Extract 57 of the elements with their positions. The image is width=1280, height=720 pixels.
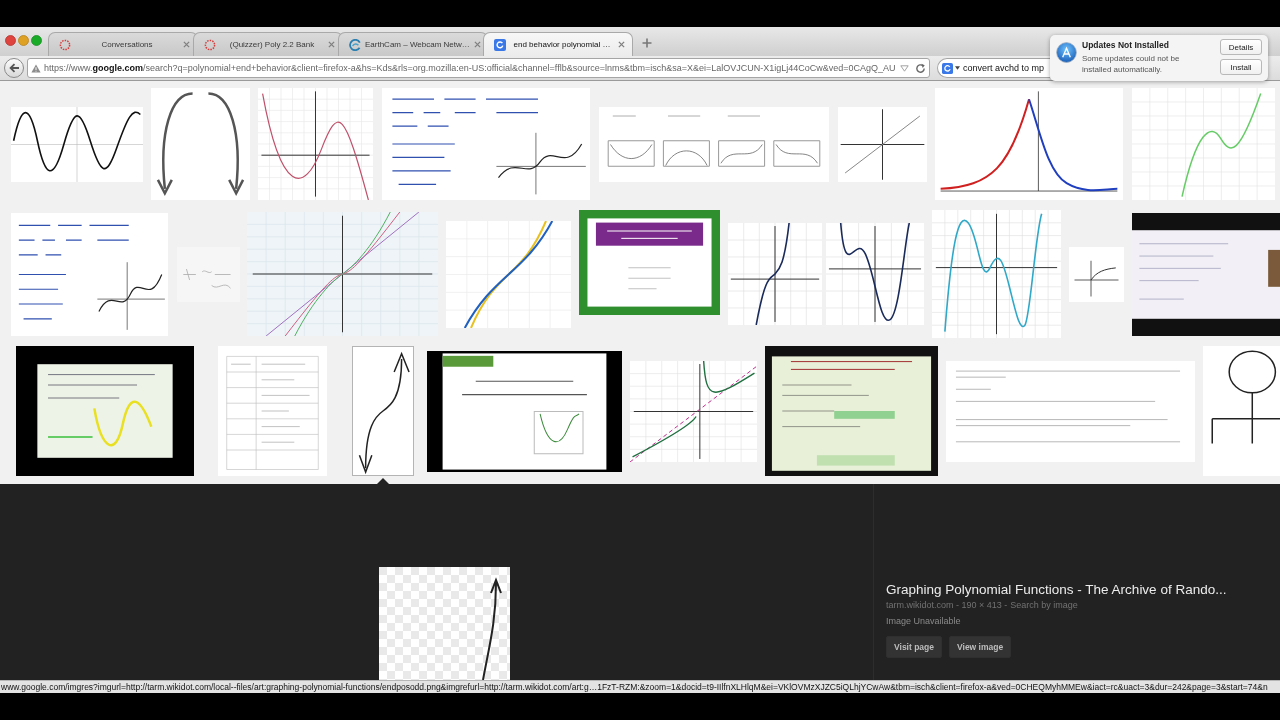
result-title-link[interactable]: Graphing Polynomial Functions - The Archive of Rando... [886,581,1227,598]
window-close-icon[interactable] [5,34,16,46]
graph-thumbnail[interactable] [1132,88,1275,200]
graph-thumbnail[interactable] [826,223,924,325]
availability-note: Image Unavailable [886,616,961,627]
browser-tab[interactable]: end behavior polynomial … [483,32,633,56]
logo-tile-icon [494,38,506,51]
swirl-logo-icon [349,38,361,51]
graph-thumbnail[interactable] [630,360,757,462]
image-preview[interactable] [379,567,510,680]
close-icon[interactable] [183,41,190,48]
graph-thumbnail[interactable] [1069,246,1124,302]
close-icon[interactable] [618,41,625,48]
notification-title: Updates Not Installed [1082,40,1169,51]
screenshot-thumbnail[interactable] [1132,212,1280,336]
slide-thumbnail[interactable] [16,346,194,476]
document-thumbnail[interactable] [946,360,1195,462]
slide-thumbnail[interactable] [427,350,622,472]
address-field[interactable]: https://www.google.com/search?q=polynomial+end+behavior&client=firefox-a&hs=Kds&rls=org.mozilla:en-US:official&channel=fflb&source=lnms&tbm=isch&sa=X&ei=LalOVJCUN-X1igLj44CoCw&ved=0CAgQ_AU [27,58,930,78]
slide-thumbnail[interactable] [579,210,720,315]
close-icon[interactable] [473,41,481,48]
notification-message: Some updates could not be installed automatically. [1082,53,1181,75]
window-zoom-icon[interactable] [31,34,42,46]
warning-icon [31,63,41,73]
curve-thumbnail[interactable] [151,88,250,200]
dotted-ring-icon [59,38,71,51]
new-tab-icon[interactable] [642,38,652,48]
graph-thumbnail[interactable] [935,88,1123,200]
visit-page-button[interactable]: Visit page [886,636,942,658]
dropdown-icon[interactable] [900,64,909,72]
notes-thumbnail[interactable] [382,88,590,200]
slide-thumbnail[interactable] [765,346,938,476]
details-button[interactable]: Details [1220,39,1262,55]
window-minimize-icon[interactable] [18,34,29,46]
image-source: tarm.wikidot.com - 190 × 413 - [886,600,1008,611]
app-badge-icon [1056,42,1077,63]
graph-thumbnail[interactable] [599,106,829,182]
view-image-button[interactable]: View image [949,636,1012,658]
close-icon[interactable] [328,41,335,48]
search-field[interactable]: convert avchd to mp [937,58,1050,78]
back-arrow-icon [8,63,20,73]
install-button[interactable]: Install [1220,59,1262,75]
caret-icon[interactable] [955,66,960,70]
graph-thumbnail[interactable] [728,223,822,325]
dotted-ring-icon [204,38,216,51]
document-thumbnail[interactable] [218,346,327,476]
graph-thumbnail[interactable] [932,210,1061,338]
notes-thumbnail[interactable] [11,212,168,336]
graph-thumbnail[interactable] [11,106,143,182]
back-button[interactable] [4,58,24,78]
stick-figure-thumbnail[interactable] [1203,346,1280,476]
graph-thumbnail[interactable] [247,212,438,336]
reload-icon[interactable] [915,62,926,74]
graph-thumbnail[interactable] [838,106,927,182]
curve-thumbnail[interactable] [352,346,414,476]
status-bar: www.google.com/imgres?imgurl=http://tarm.wikidot.com/local--files/art:graphing-polynomial-functions/endposodd.png&imgrefurl=http://tarm.wikidot.com/art:g…1FzT-RZM:&zoom=1&docid=t9-IIlfnXLHlqM&ei=VKlOVMzXJZC5iQLhjYCwAw&tbm=isch&client=firefox-a&ved=0CHEQMyhMMEw&iact=rc&uact=3&dur=242&page=3&start=74&n [0,680,1280,693]
logo-tile-icon[interactable] [942,62,953,74]
